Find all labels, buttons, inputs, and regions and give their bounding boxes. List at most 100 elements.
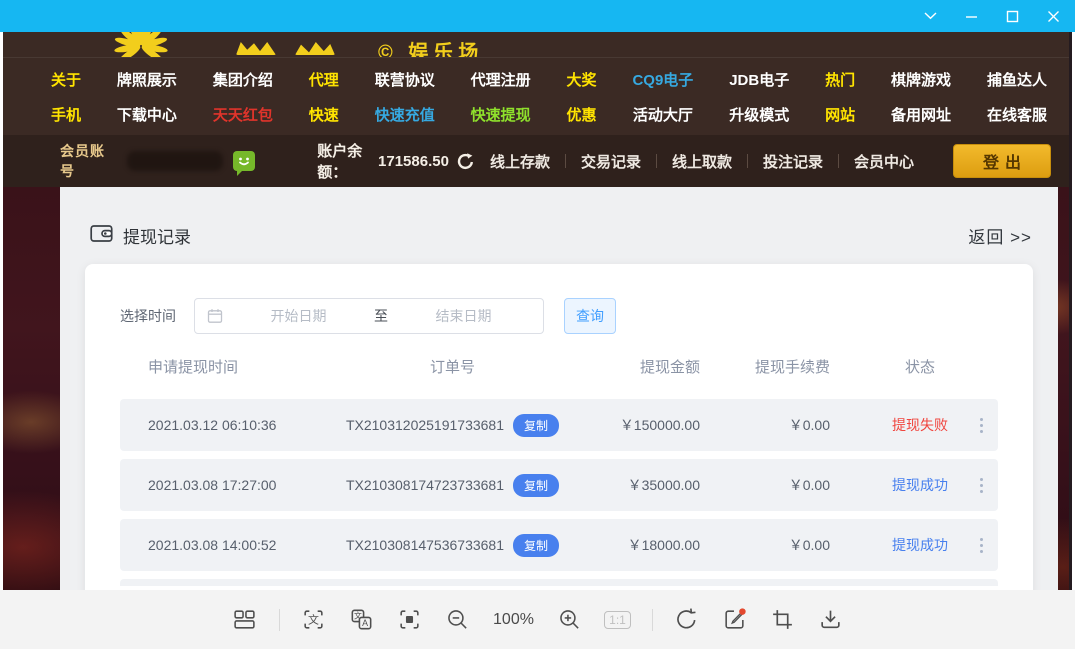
back-link[interactable]: 返回 >> bbox=[968, 223, 1032, 248]
header-amount: 提现金额 bbox=[595, 356, 750, 377]
image-viewer-canvas: © 娱乐场 关于 手机 牌照展示 下载中心 集团介绍 天天红包 bbox=[0, 32, 1075, 590]
minimize-icon[interactable] bbox=[959, 4, 983, 28]
nav-item[interactable]: 关于 bbox=[51, 69, 81, 90]
withdrawal-records-card: 选择时间 bbox=[85, 264, 1033, 590]
query-button[interactable]: 查询 bbox=[564, 298, 616, 334]
refresh-balance-icon[interactable] bbox=[456, 152, 475, 171]
status-badge: 提现失败 bbox=[875, 415, 965, 435]
link-betting-records[interactable]: 投注记录 bbox=[748, 151, 838, 172]
cell-order-number: TX210308174723733681 bbox=[346, 477, 504, 493]
logout-button[interactable]: 登出 bbox=[953, 144, 1051, 178]
nav-item[interactable]: JDB电子 bbox=[729, 69, 789, 90]
content-panel: 提现记录 返回 >> 选择时间 bbox=[60, 187, 1058, 590]
zoom-in-icon bbox=[557, 607, 582, 632]
crop-button[interactable] bbox=[769, 606, 797, 634]
nav-item[interactable]: 捕鱼达人 bbox=[987, 69, 1047, 90]
page-title-row: 提现记录 返回 >> bbox=[60, 187, 1058, 248]
cell-order-number: TX210312025191733681 bbox=[346, 417, 504, 433]
cell-fee: ￥0.00 bbox=[750, 535, 875, 555]
header-apply-time: 申请提现时间 bbox=[120, 356, 310, 377]
link-online-withdrawal[interactable]: 线上取款 bbox=[657, 151, 747, 172]
end-date-input[interactable] bbox=[392, 308, 535, 324]
table-row: 2021.03.12 06:10:36 TX210312025191733681… bbox=[120, 399, 998, 451]
cell-apply-time: 2021.03.08 14:00:52 bbox=[120, 537, 310, 553]
page-title: 提现记录 bbox=[123, 223, 191, 248]
nav-column: 联营协议 快速充值 bbox=[375, 69, 435, 125]
cell-amount: ￥150000.00 bbox=[595, 415, 750, 435]
account-bar: 会员账号 账户余额：171586.50 bbox=[3, 135, 1069, 187]
edit-button[interactable] bbox=[721, 606, 749, 634]
zoom-in-button[interactable] bbox=[556, 606, 584, 634]
nav-item[interactable]: 天天红包 bbox=[213, 104, 273, 125]
toolbar-divider bbox=[279, 609, 280, 631]
nav-item[interactable]: 代理 bbox=[309, 69, 339, 90]
link-member-center[interactable]: 会员中心 bbox=[839, 151, 929, 172]
nav-item[interactable]: 在线客服 bbox=[987, 104, 1047, 125]
copy-button[interactable]: 复制 bbox=[513, 474, 559, 497]
nav-item[interactable]: 网站 bbox=[825, 104, 855, 125]
zoom-out-icon bbox=[445, 607, 470, 632]
chevron-down-icon[interactable] bbox=[918, 4, 942, 28]
nav-item[interactable]: 棋牌游戏 bbox=[891, 69, 951, 90]
image-viewer-toolbar: 文 文 A 100% bbox=[0, 590, 1075, 649]
logo-clipped-text-fragment bbox=[295, 42, 335, 55]
extract-text-button[interactable]: 文 bbox=[300, 606, 328, 634]
link-online-deposit[interactable]: 线上存款 bbox=[475, 151, 565, 172]
status-badge: 提现成功 bbox=[875, 475, 965, 495]
save-button[interactable] bbox=[817, 606, 845, 634]
nav-item[interactable]: 下载中心 bbox=[117, 104, 177, 125]
row-actions-menu-icon[interactable] bbox=[976, 414, 987, 437]
zoom-out-button[interactable] bbox=[444, 606, 472, 634]
nav-item[interactable]: 升级模式 bbox=[729, 104, 789, 125]
nav-item[interactable]: 代理注册 bbox=[471, 69, 531, 90]
table-header: 申请提现时间 订单号 提现金额 提现手续费 状态 bbox=[120, 334, 998, 399]
nav-item[interactable]: 快速提现 bbox=[471, 104, 531, 125]
fit-screen-icon bbox=[397, 607, 422, 632]
app-window: © 娱乐场 关于 手机 牌照展示 下载中心 集团介绍 天天红包 bbox=[0, 0, 1075, 649]
header-status: 状态 bbox=[875, 356, 965, 377]
multi-image-button[interactable] bbox=[231, 606, 259, 634]
date-range-picker[interactable]: 至 bbox=[194, 298, 544, 334]
row-actions-menu-icon[interactable] bbox=[976, 474, 987, 497]
logo-suffix-text: © 娱乐场 bbox=[378, 36, 483, 57]
nav-item[interactable]: 手机 bbox=[51, 104, 81, 125]
nav-item[interactable]: 大奖 bbox=[567, 69, 597, 90]
nav-item[interactable]: 集团介绍 bbox=[213, 69, 273, 90]
close-icon[interactable] bbox=[1041, 4, 1065, 28]
nav-item[interactable]: 快速 bbox=[309, 104, 339, 125]
nav-column: 代理注册 快速提现 bbox=[471, 69, 531, 125]
fit-screen-button[interactable] bbox=[396, 606, 424, 634]
nav-item[interactable]: 活动大厅 bbox=[633, 104, 693, 125]
nav-item[interactable]: 牌照展示 bbox=[117, 69, 177, 90]
logo-clipped-text-fragment bbox=[236, 42, 276, 55]
window-edge bbox=[1069, 32, 1072, 590]
nav-item[interactable]: 优惠 bbox=[567, 104, 597, 125]
rotate-button[interactable] bbox=[673, 606, 701, 634]
title-bar bbox=[0, 0, 1075, 32]
nav-item[interactable]: 热门 bbox=[825, 69, 855, 90]
cell-apply-time: 2021.03.12 06:10:36 bbox=[120, 417, 310, 433]
translate-button[interactable]: 文 A bbox=[348, 606, 376, 634]
multi-image-icon bbox=[232, 607, 257, 632]
nav-item[interactable]: 备用网址 bbox=[891, 104, 951, 125]
one-to-one-button[interactable]: 1:1 bbox=[604, 606, 632, 634]
nav-item[interactable]: CQ9电子 bbox=[632, 69, 693, 90]
svg-text:A: A bbox=[362, 618, 368, 628]
chat-icon[interactable] bbox=[233, 151, 255, 171]
row-actions-menu-icon[interactable] bbox=[976, 534, 987, 557]
nav-column: 大奖 优惠 bbox=[567, 69, 597, 125]
nav-item[interactable]: 快速充值 bbox=[375, 104, 435, 125]
link-transaction-records[interactable]: 交易记录 bbox=[566, 151, 656, 172]
balance-value: 171586.50 bbox=[378, 153, 449, 170]
start-date-input[interactable] bbox=[227, 308, 370, 324]
toolbar-divider bbox=[652, 609, 653, 631]
copy-button[interactable]: 复制 bbox=[513, 534, 559, 557]
rotate-icon bbox=[674, 607, 699, 632]
cell-order-number: TX210308147536733681 bbox=[346, 537, 504, 553]
table-row-partial bbox=[120, 579, 998, 586]
copy-button[interactable]: 复制 bbox=[513, 414, 559, 437]
nav-item[interactable]: 联营协议 bbox=[375, 69, 435, 90]
cell-amount: ￥35000.00 bbox=[595, 475, 750, 495]
page-background: 提现记录 返回 >> 选择时间 bbox=[3, 187, 1069, 590]
maximize-icon[interactable] bbox=[1000, 4, 1024, 28]
